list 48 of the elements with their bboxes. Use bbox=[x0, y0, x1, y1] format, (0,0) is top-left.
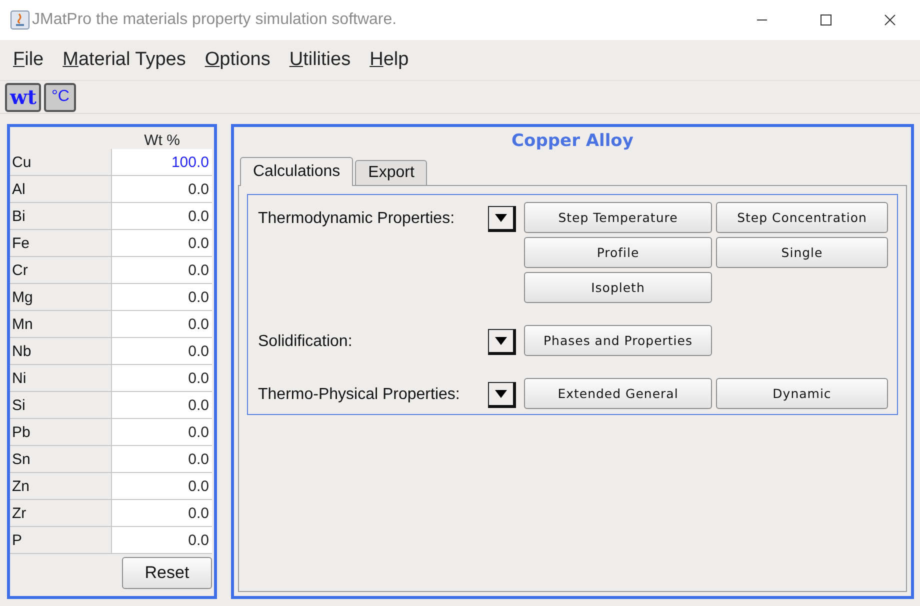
reset-button[interactable]: Reset bbox=[122, 557, 212, 589]
value-cell[interactable]: 0.0 bbox=[112, 365, 212, 392]
app-icon bbox=[10, 10, 30, 30]
value-cell[interactable]: 0.0 bbox=[112, 500, 212, 527]
dropdown-button[interactable] bbox=[488, 206, 516, 232]
calc-button[interactable]: Step Temperature bbox=[524, 202, 712, 233]
close-icon[interactable] bbox=[884, 14, 896, 26]
section-label: Thermodynamic Properties: bbox=[258, 209, 456, 228]
calc-button[interactable]: Step Concentration bbox=[716, 202, 888, 233]
value-cell[interactable]: 0.0 bbox=[112, 392, 212, 419]
unit-button[interactable]: °C bbox=[44, 82, 76, 112]
menu-item[interactable]: Material Types bbox=[54, 49, 194, 71]
menu-item[interactable]: File bbox=[4, 49, 52, 71]
maximize-icon[interactable] bbox=[820, 14, 832, 26]
window-title: JMatPro the materials property simulation software. bbox=[32, 11, 397, 29]
section-label: Solidification: bbox=[258, 332, 354, 351]
menu-item[interactable]: Utilities bbox=[280, 49, 359, 71]
tab[interactable]: Export bbox=[355, 160, 428, 185]
menu-item[interactable]: Help bbox=[360, 49, 417, 71]
value-cell[interactable]: 0.0 bbox=[112, 257, 212, 284]
value-cell[interactable]: 0.0 bbox=[112, 203, 212, 230]
caret-icon bbox=[495, 214, 507, 222]
calc-button[interactable]: Isopleth bbox=[524, 272, 712, 303]
calc-button[interactable]: Phases and Properties bbox=[524, 325, 712, 356]
value-cell[interactable]: 0.0 bbox=[112, 473, 212, 500]
caret-icon bbox=[495, 337, 507, 345]
calc-button[interactable]: Dynamic bbox=[716, 378, 888, 409]
value-cell[interactable]: 0.0 bbox=[112, 419, 212, 446]
caret-icon bbox=[495, 390, 507, 398]
value-cell[interactable]: 0.0 bbox=[112, 230, 212, 257]
menu-item[interactable]: Options bbox=[196, 49, 278, 71]
dropdown-button[interactable] bbox=[488, 329, 516, 355]
column-header: Wt % bbox=[144, 132, 180, 149]
value-cell[interactable]: 0.0 bbox=[112, 311, 212, 338]
unit-button[interactable]: wt bbox=[5, 82, 42, 112]
value-cell[interactable]: 0.0 bbox=[112, 284, 212, 311]
value-cell[interactable]: 100.0 bbox=[112, 149, 212, 176]
calc-button[interactable]: Single bbox=[716, 237, 888, 268]
calc-button[interactable]: Profile bbox=[524, 237, 712, 268]
calc-button[interactable]: Extended General bbox=[524, 378, 712, 409]
panel-title: Copper Alloy bbox=[512, 131, 634, 151]
value-cell[interactable]: 0.0 bbox=[112, 176, 212, 203]
value-cell[interactable]: 0.0 bbox=[112, 527, 212, 554]
tab[interactable]: Calculations bbox=[240, 157, 354, 186]
value-cell[interactable]: 0.0 bbox=[112, 338, 212, 365]
value-cell[interactable]: 0.0 bbox=[112, 446, 212, 473]
section-label: Thermo-Physical Properties: bbox=[258, 385, 461, 404]
dropdown-button[interactable] bbox=[488, 382, 516, 408]
